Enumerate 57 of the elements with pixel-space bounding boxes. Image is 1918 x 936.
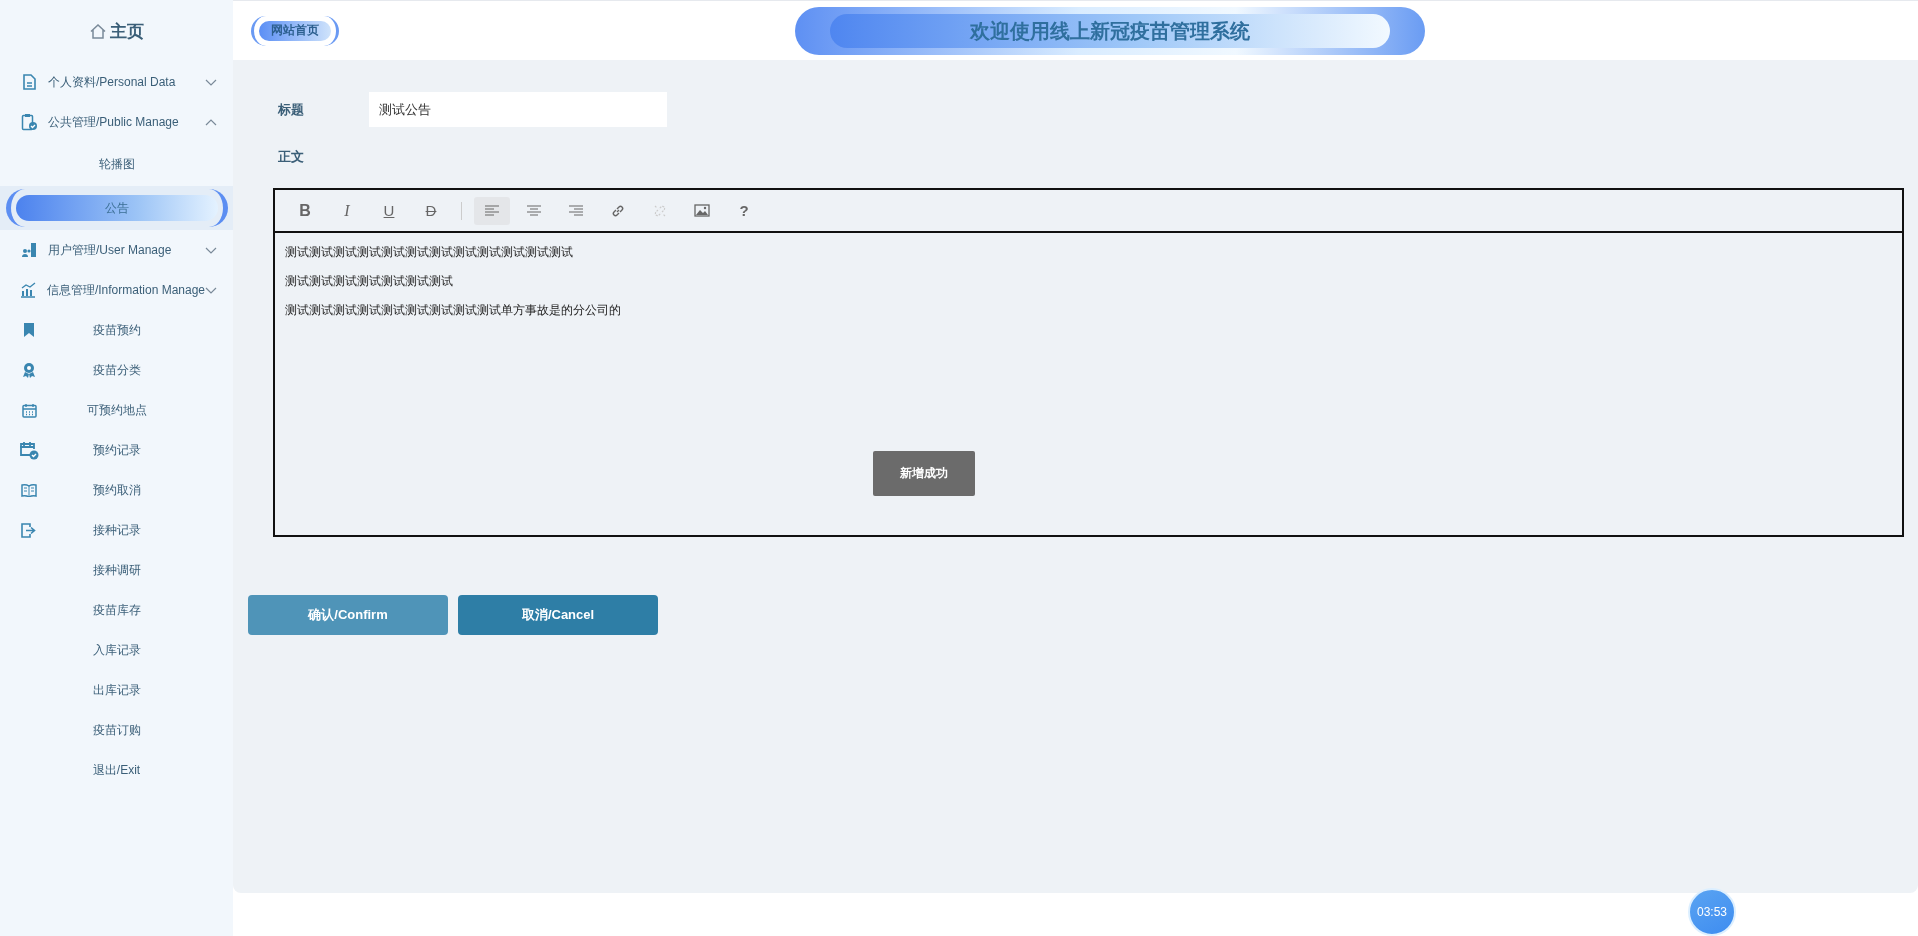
help-button[interactable]: ?: [726, 196, 762, 225]
align-left-icon: [485, 204, 499, 217]
site-home-badge[interactable]: 网站首页: [251, 15, 339, 46]
chevron-down-icon: [205, 246, 217, 254]
menu-item[interactable]: 接种记录: [58, 521, 175, 539]
image-icon: [694, 204, 710, 217]
chevron-up-icon: [205, 118, 217, 126]
unlink-icon: [653, 203, 667, 218]
bookmark-icon: [23, 322, 35, 338]
menu-item[interactable]: 可预约地点: [58, 401, 175, 419]
menu-item[interactable]: 出库记录: [58, 681, 175, 699]
menu-item[interactable]: 退出/Exit: [58, 761, 175, 779]
award-icon: [22, 362, 36, 378]
menu-item[interactable]: 预约记录: [58, 441, 175, 459]
calendar-check-icon: [19, 440, 39, 460]
site-home-label: 网站首页: [259, 20, 331, 41]
clipboard-check-icon: [21, 113, 37, 131]
field-label: 标题: [277, 100, 305, 119]
home-title[interactable]: 主页: [109, 19, 144, 43]
menu-item[interactable]: 接种调研: [58, 561, 175, 579]
menu-item[interactable]: 疫苗订购: [58, 721, 175, 739]
italic-button[interactable]: I: [329, 196, 365, 225]
menu-item[interactable]: 疫苗库存: [58, 601, 175, 619]
cancel-button[interactable]: 取消/Cancel: [458, 595, 658, 635]
menu-group[interactable]: 公共管理/Public Manage: [0, 102, 233, 142]
underline-button[interactable]: U: [371, 196, 407, 225]
menu-item[interactable]: 预约取消: [58, 481, 175, 499]
book-icon: [21, 483, 37, 497]
body-text-line: 测试测试测试测试测试测试测试: [285, 273, 454, 290]
document-icon: [22, 74, 36, 90]
banner-title: 欢迎使用线上新冠疫苗管理系统: [830, 14, 1390, 48]
exit-icon: [21, 522, 37, 538]
users-chart-icon: [21, 242, 37, 258]
align-right-icon: [569, 204, 583, 217]
align-left-button[interactable]: [474, 196, 510, 225]
body-text-line: 测试测试测试测试测试测试测试测试测试测试测试测试: [285, 244, 574, 261]
body-text-line: 测试测试测试测试测试测试测试测试测试单方事故是的分公司的: [285, 302, 622, 319]
bar-chart-icon: [20, 282, 37, 298]
submenu-item[interactable]: 轮播图: [98, 155, 135, 173]
bold-button[interactable]: B: [287, 196, 323, 225]
chevron-down-icon: [205, 286, 217, 294]
link-icon: [611, 203, 625, 218]
menu-item[interactable]: 疫苗分类: [58, 361, 175, 379]
menu-item[interactable]: 入库记录: [58, 641, 175, 659]
menu-item[interactable]: 疫苗预约: [58, 321, 175, 339]
menu-group[interactable]: 个人资料/Personal Data: [0, 62, 233, 102]
field-label: 正文: [277, 148, 305, 166]
menu-group[interactable]: 信息管理/Information Manage: [0, 270, 233, 310]
title-input[interactable]: 测试公告: [369, 92, 667, 127]
strikethrough-button[interactable]: D: [413, 196, 449, 225]
home-icon: [89, 23, 106, 39]
chevron-down-icon: [205, 78, 217, 86]
success-toast: 新增成功: [873, 451, 975, 496]
align-center-icon: [527, 204, 541, 217]
calendar-icon: [21, 402, 37, 418]
menu-group[interactable]: 用户管理/User Manage: [0, 230, 233, 270]
countdown-timer: 03:53: [1688, 888, 1736, 936]
